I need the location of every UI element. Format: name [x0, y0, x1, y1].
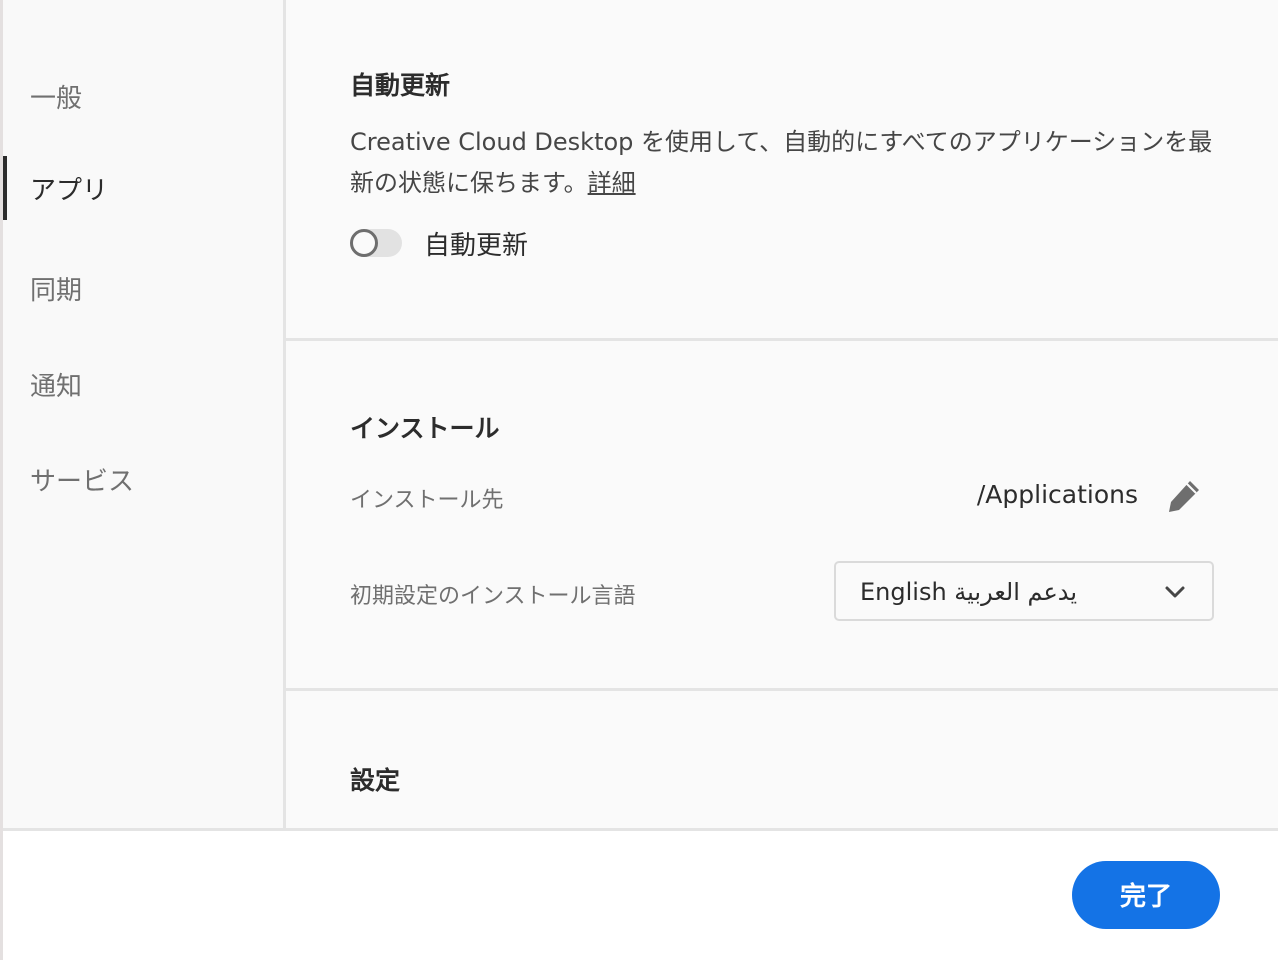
auto-update-section: 自動更新 Creative Cloud Desktop を使用して、自動的にすべ… — [286, 0, 1278, 341]
pencil-icon[interactable] — [1166, 478, 1202, 514]
auto-update-description: Creative Cloud Desktop を使用して、自動的にすべてのアプリ… — [350, 122, 1220, 204]
install-language-select[interactable]: English يدعم العربية — [834, 561, 1214, 621]
chevron-down-icon — [1165, 586, 1185, 598]
sidebar-item-label: 同期 — [30, 276, 83, 306]
settings-section: 設定 — [286, 691, 1278, 828]
toggle-knob — [350, 229, 378, 257]
sidebar-item-apps[interactable]: アプリ — [3, 156, 283, 220]
section-title: インストール — [350, 414, 500, 443]
install-location-value: /Applications — [976, 480, 1138, 509]
install-section: インストール — [286, 341, 1278, 691]
learn-more-link[interactable]: 詳細 — [588, 169, 636, 197]
main-panel: 自動更新 Creative Cloud Desktop を使用して、自動的にすべ… — [286, 0, 1278, 828]
toggle-label: 自動更新 — [424, 231, 529, 261]
auto-update-toggle[interactable] — [350, 229, 402, 257]
install-location-label: インストール先 — [350, 488, 504, 513]
install-language-label: 初期設定のインストール言語 — [350, 584, 636, 609]
selected-language: English يدعم العربية — [860, 578, 1078, 606]
sidebar-item-label: 通知 — [30, 372, 83, 402]
sidebar: 一般 アプリ 同期 通知 サービス — [3, 0, 286, 828]
sidebar-item-sync[interactable]: 同期 — [3, 256, 283, 316]
section-title: 設定 — [350, 766, 401, 795]
description-text: Creative Cloud Desktop を使用して、自動的にすべてのアプリ… — [350, 128, 1213, 197]
sidebar-item-notifications[interactable]: 通知 — [3, 352, 283, 412]
preferences-window: 一般 アプリ 同期 通知 サービス 自動更新 Creative Cloud De… — [0, 0, 1278, 960]
section-title: 自動更新 — [350, 71, 451, 100]
active-indicator — [3, 156, 7, 220]
done-button[interactable]: 完了 — [1072, 861, 1220, 929]
sidebar-item-general[interactable]: 一般 — [3, 64, 283, 124]
footer: 完了 — [3, 831, 1278, 960]
sidebar-item-services[interactable]: サービス — [3, 447, 283, 507]
sidebar-item-label: サービス — [30, 467, 135, 497]
sidebar-item-label: アプリ — [30, 176, 109, 206]
sidebar-item-label: 一般 — [30, 84, 83, 114]
